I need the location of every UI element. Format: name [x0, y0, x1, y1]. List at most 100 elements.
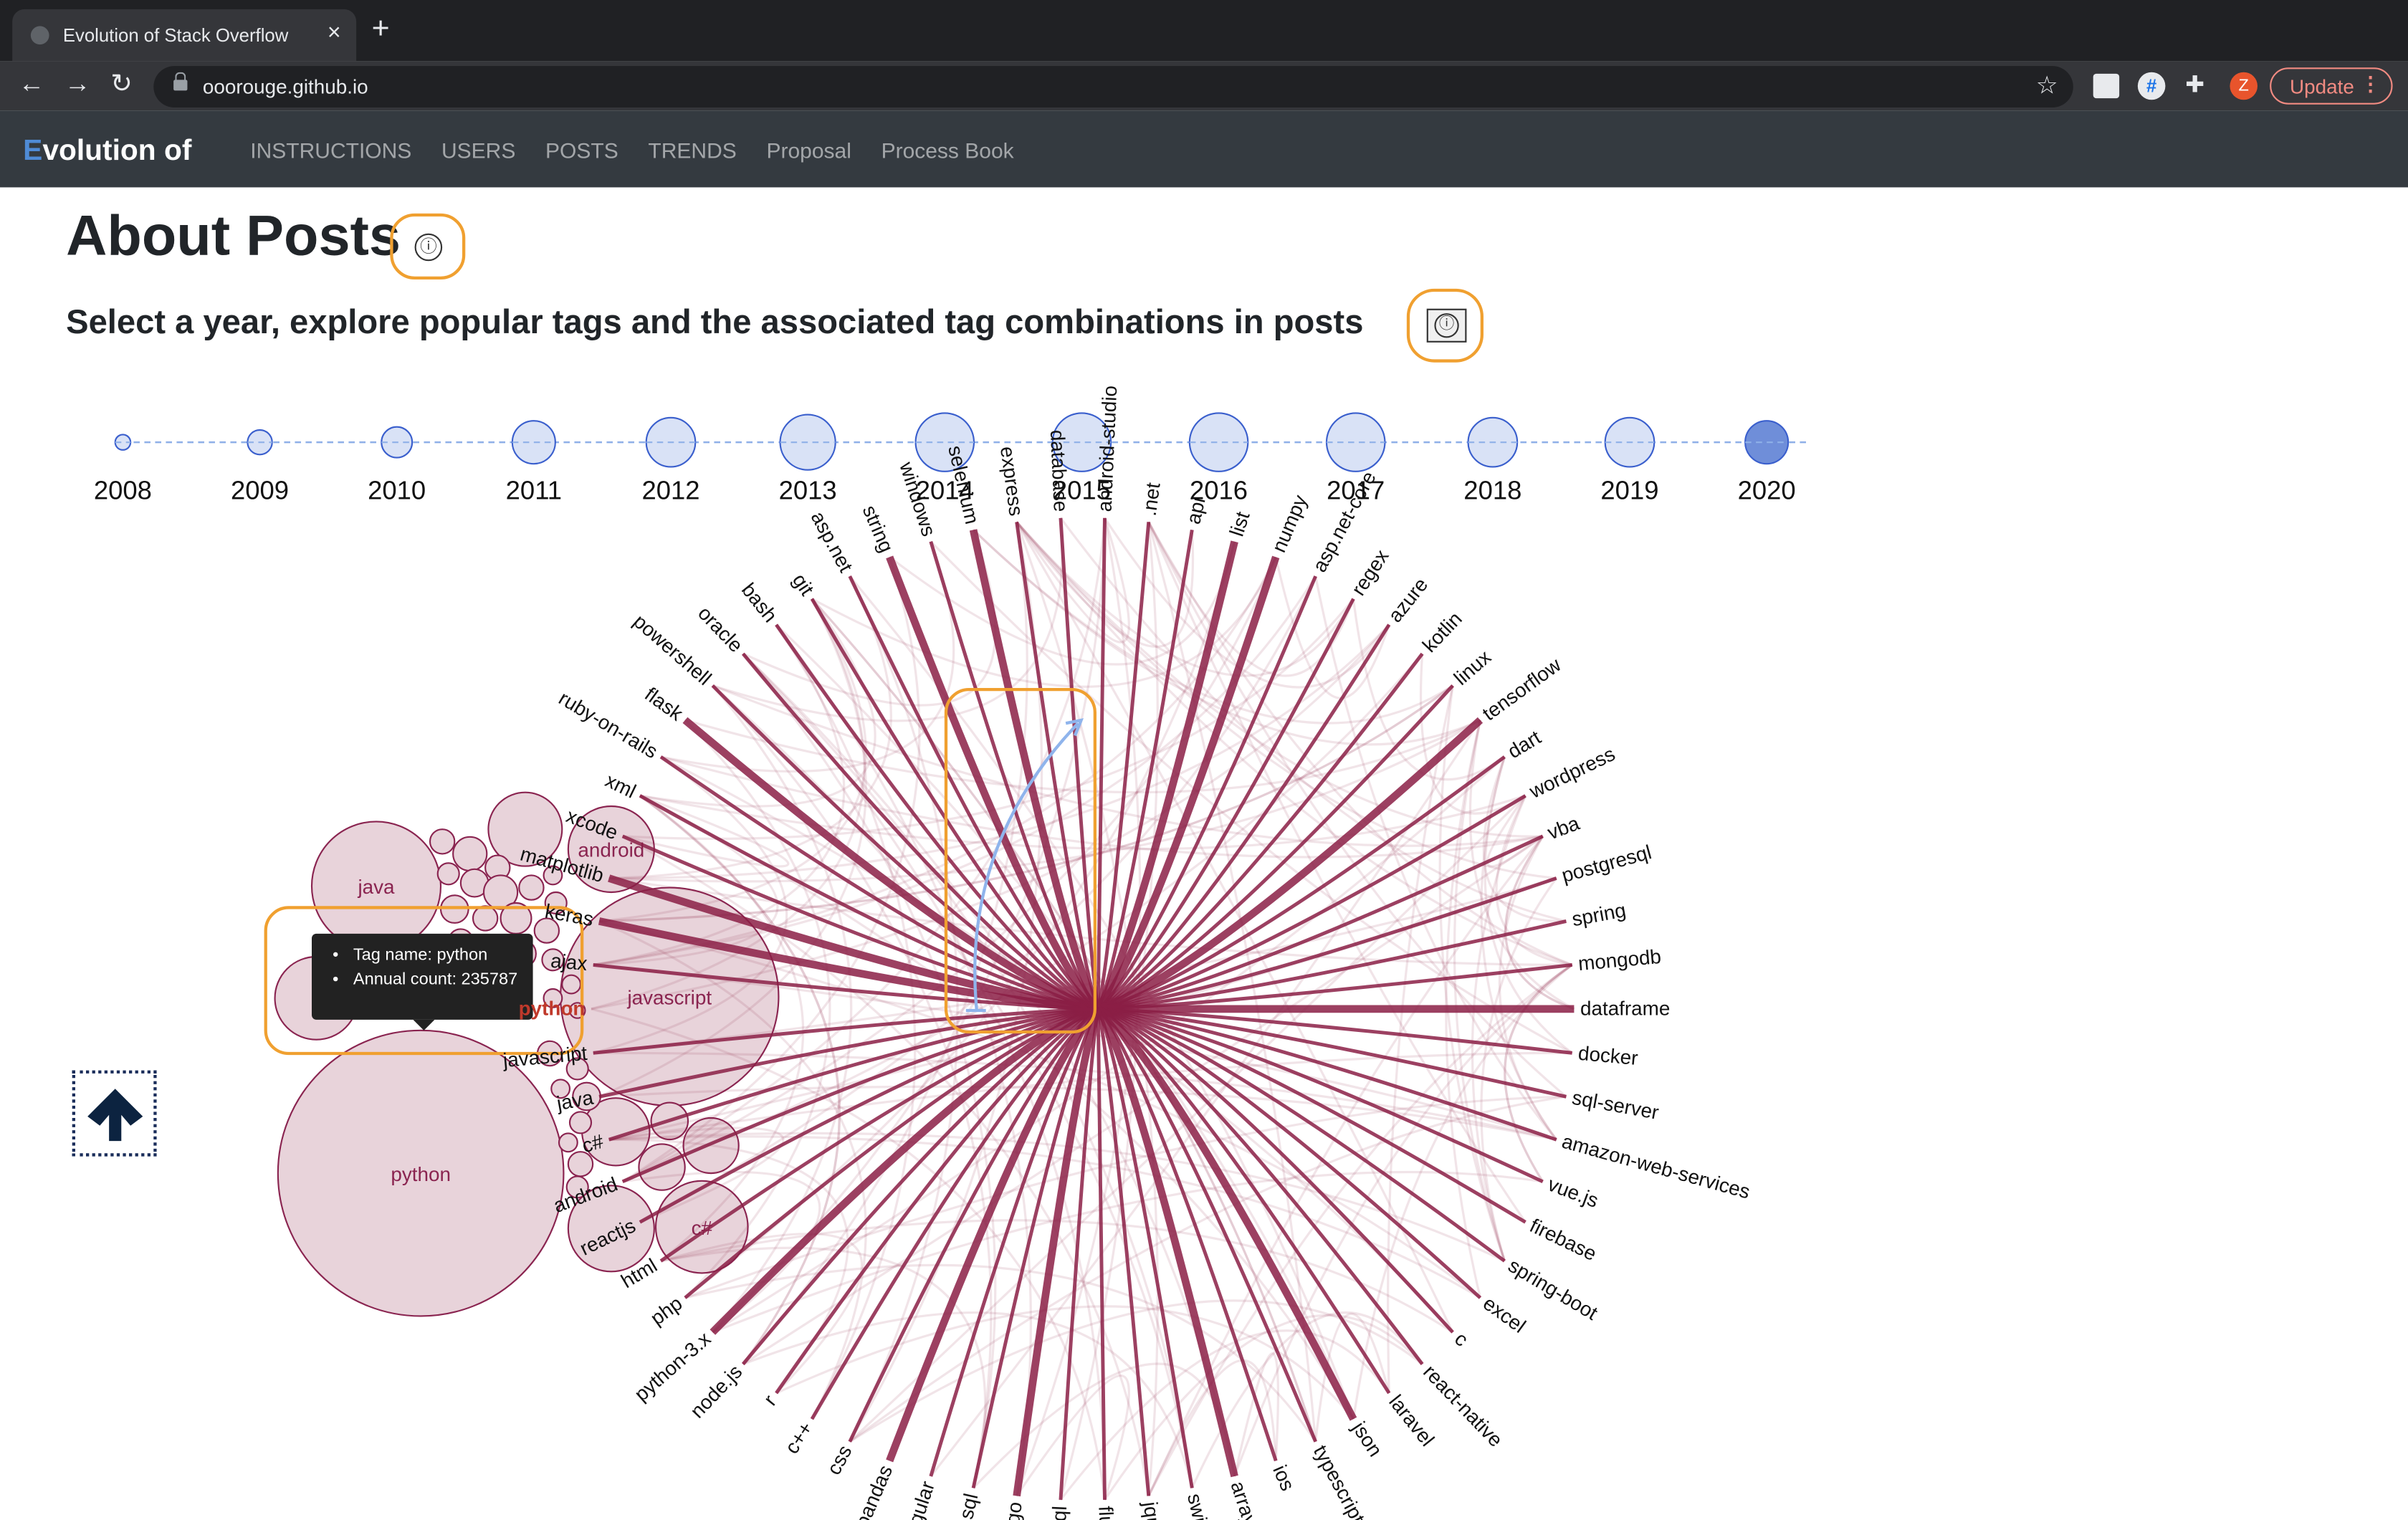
chord-tag-label[interactable]: ios	[1268, 1462, 1299, 1494]
year-label-2018[interactable]: 2018	[1454, 476, 1531, 507]
brand-logo[interactable]: Evolution of	[23, 135, 191, 169]
bubble[interactable]	[518, 874, 545, 901]
chord-tag-label[interactable]: sql-server	[1570, 1086, 1661, 1124]
nav-process-book[interactable]: Process Book	[882, 138, 1014, 163]
chord-tag-label[interactable]: ajax	[550, 950, 588, 975]
chord-tag-label[interactable]: flask	[641, 683, 687, 725]
more-menu-icon: ⋮	[2360, 72, 2381, 95]
year-node-2016[interactable]	[1188, 412, 1249, 472]
bubble-label-python: python	[391, 1163, 451, 1185]
chord-tag-label[interactable]: mongodb	[1577, 945, 1662, 975]
browser-toolbar: ← → ↻ ooorouge.github.io ☆ # ✚ Z Update …	[0, 61, 2408, 111]
new-tab-icon[interactable]: +	[372, 12, 390, 47]
chord-tag-label[interactable]: string	[859, 502, 898, 555]
highlight-annotation	[1406, 288, 1484, 363]
back-icon[interactable]: ←	[19, 69, 44, 100]
year-label-2013[interactable]: 2013	[770, 476, 846, 507]
globe-icon	[30, 26, 49, 45]
bubble[interactable]	[452, 836, 488, 872]
reload-icon[interactable]: ↻	[110, 69, 133, 100]
chord-tag-label[interactable]: dataframe	[1580, 997, 1670, 1019]
year-label-2019[interactable]: 2019	[1591, 476, 1668, 507]
chord-tag-label[interactable]: firebase	[1526, 1214, 1600, 1265]
chord-tag-label[interactable]: pandas	[851, 1462, 897, 1520]
chord-tag-label[interactable]: json	[1347, 1417, 1387, 1461]
chord-tag-label[interactable]: bash	[737, 579, 782, 627]
chord-tag-label[interactable]: postgresql	[1559, 841, 1654, 886]
page-title: About Posts	[66, 204, 401, 267]
bookmark-star-icon[interactable]: ☆	[2036, 71, 2058, 102]
chord-tag-label[interactable]: wordpress	[1525, 742, 1618, 803]
chord-tag-label[interactable]: mysql	[1046, 1506, 1071, 1520]
chord-tag-label[interactable]: asp.net	[807, 507, 858, 575]
year-label-2010[interactable]: 2010	[358, 476, 435, 507]
chord-tag-label[interactable]: docker	[1577, 1042, 1639, 1069]
tab-title: Evolution of Stack Overflow	[62, 24, 289, 47]
chord-tag-label[interactable]: django	[996, 1501, 1026, 1520]
chord-tag-label[interactable]: kotlin	[1418, 608, 1466, 656]
address-bar[interactable]: ooorouge.github.io ☆	[153, 66, 2073, 107]
chord-tag-label[interactable]: flutter	[1094, 1506, 1119, 1520]
nav-trends[interactable]: TRENDS	[648, 138, 736, 163]
chord-tag-label[interactable]: azure	[1384, 573, 1433, 626]
tooltip-tag-name: Tag name: python	[353, 946, 533, 965]
chord-tag-label[interactable]: .net	[1138, 481, 1165, 517]
chord-link	[1352, 598, 1506, 781]
bubble-label-javascript: javascript	[626, 986, 712, 1008]
chord-tag-label[interactable]: swift	[1183, 1491, 1214, 1520]
nav-proposal[interactable]: Proposal	[766, 138, 851, 163]
lock-icon	[173, 72, 188, 91]
tooltip-annual-count: Annual count: 235787	[353, 970, 533, 989]
year-node-2017[interactable]	[1325, 412, 1386, 472]
chord-tag-label[interactable]: python	[519, 997, 586, 1019]
nav-posts[interactable]: POSTS	[545, 138, 618, 163]
bubble[interactable]	[558, 1132, 578, 1153]
profile-avatar[interactable]: Z	[2230, 72, 2258, 100]
bubble[interactable]	[568, 1111, 593, 1134]
chord-tag-label[interactable]: dart	[1504, 726, 1544, 763]
browser-tab[interactable]: Evolution of Stack Overflow ×	[12, 9, 357, 62]
hashtag-extension-icon[interactable]: #	[2137, 72, 2166, 100]
chord-tag-label[interactable]: c++	[780, 1418, 817, 1458]
chord-tag-label[interactable]: regex	[1347, 545, 1392, 599]
chord-tag-label[interactable]: arrays	[1226, 1478, 1264, 1520]
url-text: ooorouge.github.io	[202, 75, 368, 99]
nav-links: INSTRUCTIONS USERS POSTS TRENDS Proposal…	[250, 138, 1037, 166]
forward-icon[interactable]: →	[64, 69, 90, 100]
year-label-2011[interactable]: 2011	[495, 476, 572, 507]
chord-tag-label[interactable]: git	[788, 570, 818, 600]
extension-icon[interactable]	[2093, 73, 2120, 99]
nav-instructions[interactable]: INSTRUCTIONS	[250, 138, 411, 163]
chord-tag-label[interactable]: list	[1226, 509, 1254, 539]
year-label-2008[interactable]: 2008	[85, 476, 161, 507]
bubble-label-java: java	[357, 876, 395, 898]
chord-tag-label[interactable]: spring	[1570, 899, 1628, 930]
chord-tag-label[interactable]: laravel	[1385, 1390, 1438, 1450]
bubble[interactable]	[429, 828, 456, 855]
chord-tag-label[interactable]: numpy	[1267, 492, 1311, 555]
close-icon[interactable]: ×	[328, 20, 341, 46]
chord-tag-label[interactable]: oracle	[694, 602, 747, 656]
scroll-top-button[interactable]	[72, 1070, 157, 1157]
page-subtitle: Select a year, explore popular tags and …	[66, 302, 1364, 341]
update-label: Update	[2290, 75, 2354, 99]
chord-tag-label[interactable]: vue.js	[1545, 1172, 1602, 1212]
highlight-annotation	[390, 213, 466, 279]
chord-tag-label[interactable]: vba	[1544, 812, 1582, 844]
year-label-2020[interactable]: 2020	[1729, 476, 1805, 507]
chord-tag-label[interactable]: database	[1046, 429, 1072, 512]
year-label-2009[interactable]: 2009	[221, 476, 298, 507]
chord-tag-label[interactable]: linux	[1450, 646, 1496, 689]
chord-tag-label[interactable]: jquery	[1139, 1500, 1168, 1520]
nav-users[interactable]: USERS	[441, 138, 515, 163]
chord-tag-label[interactable]: api	[1182, 495, 1209, 526]
update-button[interactable]: Update ⋮	[2270, 67, 2393, 105]
chord-tag-label[interactable]: sql	[955, 1491, 982, 1520]
chord-tag-label[interactable]: angular	[897, 1478, 939, 1520]
year-label-2012[interactable]: 2012	[632, 476, 709, 507]
bubble[interactable]	[436, 862, 460, 886]
chord-tag-label[interactable]: excel	[1479, 1292, 1530, 1337]
chord-tag-label[interactable]: css	[822, 1441, 856, 1478]
chord-tag-label[interactable]: typescript	[1309, 1441, 1370, 1520]
puzzle-icon[interactable]: ✚	[2185, 71, 2204, 98]
